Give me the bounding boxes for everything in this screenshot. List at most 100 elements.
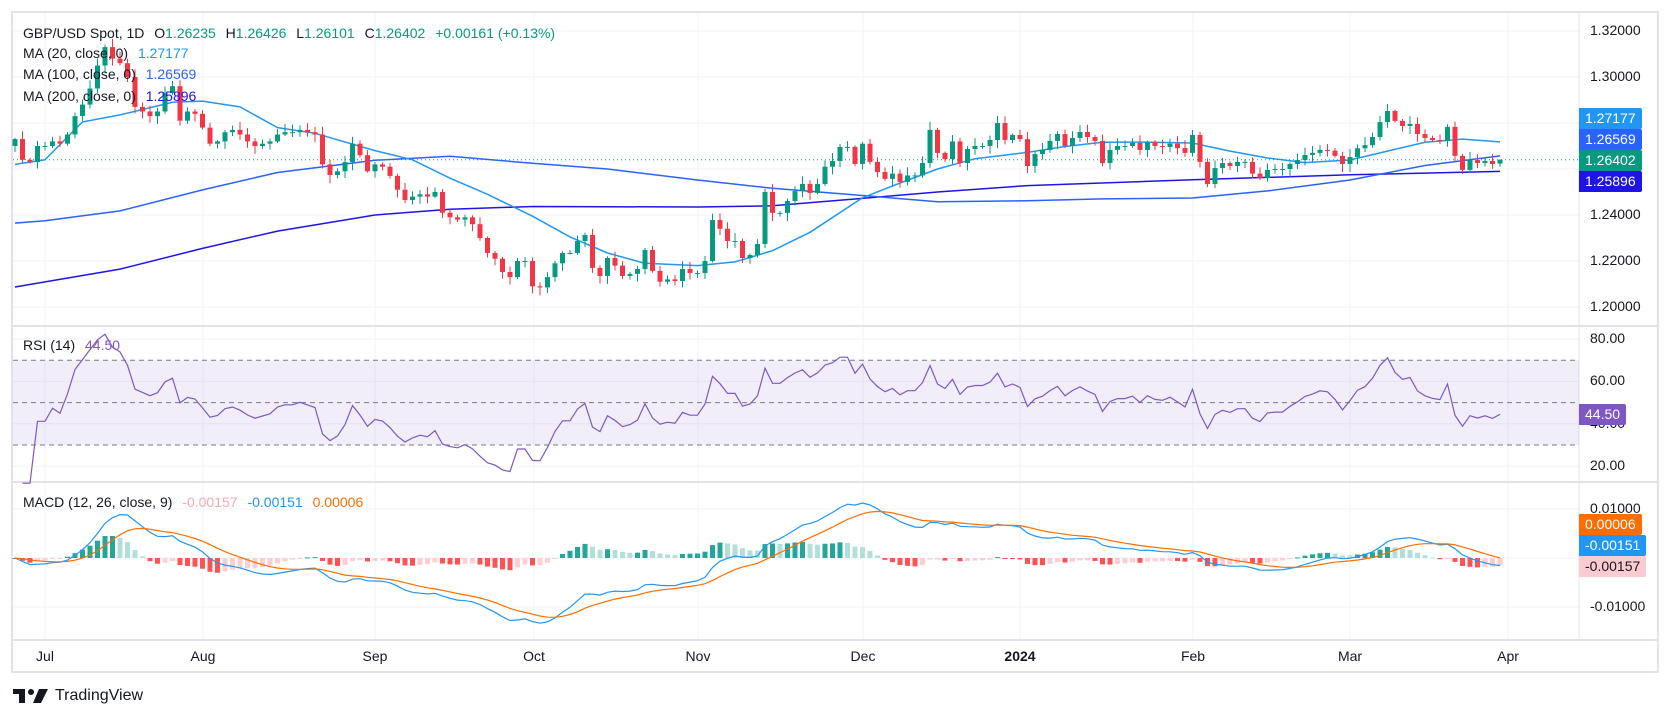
macd-histogram-bar bbox=[935, 558, 940, 560]
macd-histogram-bar bbox=[140, 556, 145, 558]
ma200-legend[interactable]: MA (200, close, 0) 1.25896 bbox=[23, 87, 202, 105]
macd-histogram-bar bbox=[312, 557, 318, 559]
change-value: +0.00161 (+0.13%) bbox=[435, 25, 556, 41]
ma100-price-tag: 1.26569 bbox=[1579, 129, 1642, 150]
macd-histogram-bar bbox=[395, 558, 400, 564]
candle bbox=[500, 256, 505, 279]
macd-histogram-bar bbox=[845, 542, 850, 558]
candle bbox=[972, 138, 978, 155]
macd-histogram-bar bbox=[627, 552, 633, 558]
candle-body bbox=[1407, 123, 1413, 126]
candle-body bbox=[747, 255, 753, 259]
macd-histogram-bar bbox=[905, 558, 910, 566]
candle-body bbox=[515, 261, 520, 278]
candle bbox=[560, 251, 565, 271]
macd-histogram-bar bbox=[425, 558, 430, 565]
candle-body bbox=[1272, 169, 1278, 170]
price-axis-label: 1.22000 bbox=[1590, 252, 1641, 268]
candle-body bbox=[1242, 161, 1248, 163]
ma20-legend[interactable]: MA (20, close, 0) 1.27177 bbox=[23, 44, 195, 62]
candle-body bbox=[770, 192, 775, 213]
candle-body bbox=[642, 249, 648, 270]
candle-body bbox=[1137, 143, 1143, 150]
macd-histogram-bar bbox=[1197, 558, 1203, 562]
candle-body bbox=[395, 175, 400, 190]
ma100-legend[interactable]: MA (100, close, 0) 1.26569 bbox=[23, 65, 202, 83]
macd-line-tag: -0.00151 bbox=[1579, 535, 1647, 556]
candle-body bbox=[477, 224, 483, 238]
candle-body bbox=[657, 270, 663, 282]
candle-body bbox=[207, 127, 213, 144]
candle-body bbox=[1377, 122, 1383, 138]
macd-histogram-bar bbox=[927, 558, 933, 560]
candle-body bbox=[1197, 134, 1203, 162]
candle-body bbox=[305, 129, 310, 133]
candle-body bbox=[147, 111, 153, 117]
candle-body bbox=[1115, 146, 1120, 150]
macd-histogram-bar bbox=[860, 547, 865, 558]
tradingview-logo[interactable]: TradingView bbox=[13, 687, 143, 705]
candle-body bbox=[957, 141, 963, 164]
candle bbox=[1430, 135, 1435, 142]
candle-body bbox=[725, 228, 730, 241]
candle-body bbox=[1280, 169, 1285, 170]
chart-canvas[interactable] bbox=[0, 0, 1674, 718]
macd-histogram-bar bbox=[282, 558, 288, 562]
macd-histogram-bar bbox=[462, 558, 468, 564]
macd-histogram-bar bbox=[1452, 558, 1458, 562]
candle-body bbox=[912, 175, 918, 177]
time-axis-label: 2024 bbox=[1004, 648, 1036, 664]
macd-histogram-bar bbox=[267, 558, 273, 566]
candle bbox=[1392, 109, 1398, 123]
candle bbox=[1317, 145, 1323, 157]
macd-histogram-bar bbox=[1077, 558, 1083, 561]
macd-histogram-bar bbox=[890, 558, 895, 563]
candle-body bbox=[762, 192, 768, 244]
candle-body bbox=[485, 238, 490, 253]
candle-body bbox=[672, 279, 678, 282]
macd-histogram-bar bbox=[485, 558, 490, 567]
candle bbox=[1362, 136, 1368, 153]
price-axis-label: 1.20000 bbox=[1590, 298, 1641, 314]
candle-body bbox=[605, 258, 610, 276]
candle-body bbox=[710, 220, 715, 261]
macd-histogram-bar bbox=[117, 537, 123, 558]
tradingview-logo-icon bbox=[13, 689, 48, 703]
candle bbox=[327, 159, 333, 184]
candle-body bbox=[717, 220, 723, 229]
candle bbox=[1370, 132, 1375, 148]
candle bbox=[1040, 142, 1045, 160]
candle bbox=[1032, 151, 1038, 173]
candle bbox=[1017, 129, 1023, 142]
candle-body bbox=[447, 212, 453, 218]
candle-body bbox=[1355, 148, 1360, 158]
candle-body bbox=[252, 141, 258, 146]
candle-body bbox=[492, 252, 498, 259]
candle bbox=[1145, 140, 1150, 158]
time-axis-label: Apr bbox=[1497, 648, 1519, 664]
ma100-label: MA (100, close, 0) bbox=[23, 66, 136, 82]
candle-body bbox=[882, 171, 888, 179]
candle-body bbox=[1220, 163, 1225, 169]
candle bbox=[1497, 159, 1503, 167]
candle-body bbox=[1415, 123, 1420, 135]
macd-histogram-bar bbox=[852, 546, 858, 558]
candle bbox=[1212, 160, 1218, 189]
candle bbox=[1280, 162, 1285, 176]
price-axis-label: 1.32000 bbox=[1590, 22, 1641, 38]
macd-histogram-bar bbox=[1190, 558, 1195, 560]
macd-histogram-bar bbox=[1032, 558, 1038, 566]
rsi-legend[interactable]: RSI (14) 44.50 bbox=[23, 336, 126, 354]
candle-body bbox=[80, 104, 85, 117]
candle-body bbox=[702, 261, 708, 273]
macd-histogram-bar bbox=[1295, 557, 1300, 559]
macd-histogram-bar bbox=[260, 558, 265, 568]
macd-histogram-bar bbox=[1257, 558, 1263, 564]
macd-legend[interactable]: MACD (12, 26, close, 9) -0.00157 -0.0015… bbox=[23, 493, 369, 511]
time-axis-label: Mar bbox=[1337, 648, 1363, 664]
candle bbox=[590, 228, 595, 273]
macd-histogram-bar bbox=[972, 558, 978, 561]
candle bbox=[470, 215, 475, 232]
candle bbox=[1310, 145, 1315, 162]
candle-body bbox=[267, 141, 273, 144]
